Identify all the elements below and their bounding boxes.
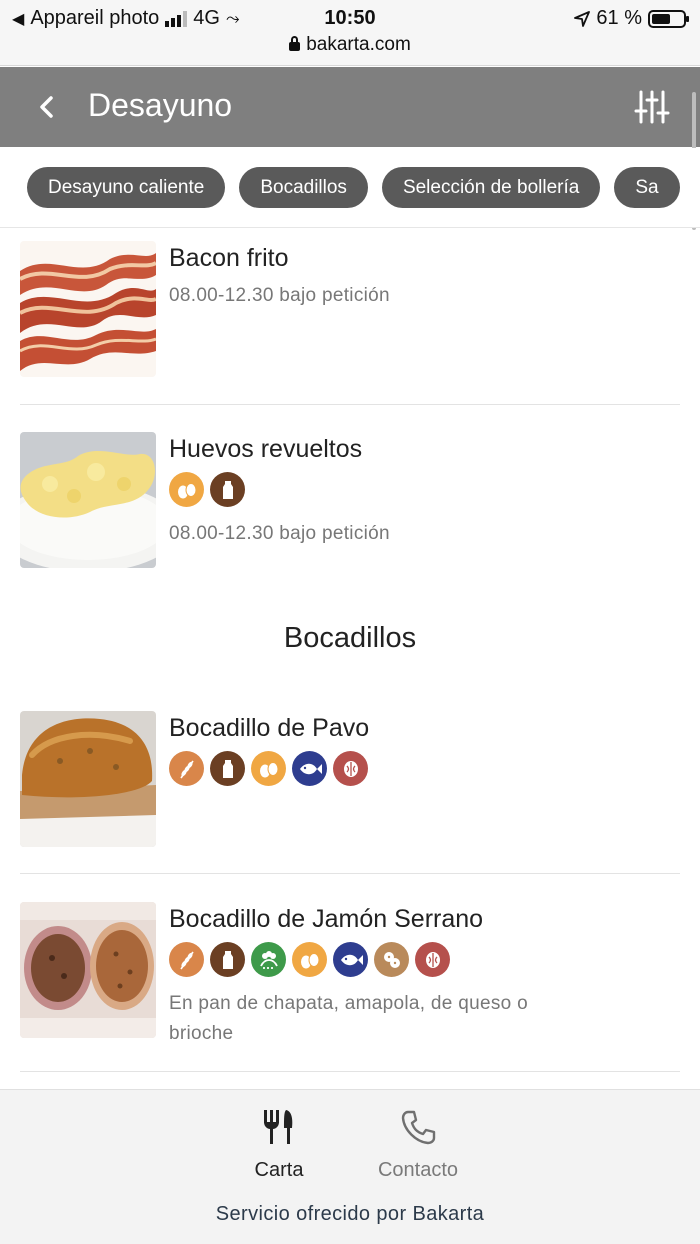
page-title: Desayuno: [88, 87, 233, 123]
menu-item[interactable]: Huevos revueltos 08.00-12.30 bajo petici…: [20, 432, 680, 572]
item-name: Bocadillo de Pavo: [169, 714, 370, 742]
nav-carta-label: Carta: [254, 1159, 304, 1181]
sliders-icon[interactable]: [634, 89, 670, 125]
footer-credit[interactable]: Servicio ofrecido por Bakarta: [0, 1203, 700, 1226]
milk-allergen-icon: [210, 472, 245, 507]
category-tabs: Desayuno caliente Bocadillos Selección d…: [0, 148, 700, 228]
nav-carta-button[interactable]: Carta: [219, 1108, 339, 1182]
lock-icon: [289, 36, 301, 51]
url-bar[interactable]: bakarta.com: [0, 34, 700, 56]
item-name: Bocadillo de Jamón Serrano: [169, 905, 484, 933]
nuts-allergen-icon: [415, 942, 450, 977]
location-arrow-icon: [574, 10, 591, 27]
category-chip-desayuno-caliente[interactable]: Desayuno caliente: [27, 167, 226, 208]
eggs-allergen-icon: [292, 942, 327, 977]
phone-icon: [401, 1110, 436, 1145]
menu-item[interactable]: Bocadillo de Pavo: [20, 711, 680, 851]
menu-item[interactable]: Bocadillo de Jamón Serrano En pan de cha…: [20, 902, 680, 1062]
ham-sandwich-image: [20, 902, 156, 1038]
category-chip-bocadillos[interactable]: Bocadillos: [239, 167, 368, 208]
eggs-allergen-icon: [251, 751, 286, 786]
status-bar: ◀ Appareil photo 4G ⤳ 10:50 61 % bakarta…: [0, 0, 700, 66]
allergen-list: [169, 942, 450, 977]
app-header: Desayuno: [0, 67, 700, 147]
allergen-list: [169, 472, 245, 507]
item-description: 08.00-12.30 bajo petición: [169, 285, 390, 306]
item-name: Bacon frito: [169, 244, 289, 272]
menu-item[interactable]: Bacon frito 08.00-12.30 bajo petición: [20, 241, 680, 381]
nuts-allergen-icon: [333, 751, 368, 786]
celery-allergen-icon: [251, 942, 286, 977]
milk-allergen-icon: [210, 942, 245, 977]
bacon-image: [20, 241, 156, 377]
bottom-nav: Carta Contacto Servicio ofrecido por Bak…: [0, 1089, 700, 1244]
category-chip-bolleria[interactable]: Selección de bollería: [381, 167, 601, 208]
divider: [20, 873, 680, 874]
nav-contacto-button[interactable]: Contacto: [358, 1108, 478, 1182]
status-right: 61 %: [574, 7, 689, 30]
item-description: 08.00-12.30 bajo petición: [169, 523, 390, 544]
item-description: En pan de chapata, amapola, de queso o b…: [169, 993, 528, 1044]
gluten-allergen-icon: [169, 751, 204, 786]
url-text: bakarta.com: [306, 34, 411, 55]
battery-percent: 61 %: [596, 7, 642, 29]
category-chip-next[interactable]: Sa: [614, 167, 680, 208]
eggs-allergen-icon: [169, 472, 204, 507]
fish-allergen-icon: [292, 751, 327, 786]
divider: [20, 404, 680, 405]
scrambled-eggs-image: [20, 432, 156, 568]
chevron-left-icon[interactable]: [30, 89, 66, 125]
battery-icon: [648, 9, 689, 28]
milk-allergen-icon: [210, 751, 245, 786]
turkey-sandwich-image: [20, 711, 156, 847]
gluten-allergen-icon: [169, 942, 204, 977]
fork-knife-icon: [264, 1110, 293, 1144]
battery-fill: [652, 13, 671, 24]
fish-allergen-icon: [333, 942, 368, 977]
section-title-bocadillos: Bocadillos: [283, 622, 417, 654]
item-name: Huevos revueltos: [169, 435, 363, 463]
allergen-list: [169, 751, 368, 786]
peanuts-allergen-icon: [374, 942, 409, 977]
divider: [20, 1071, 680, 1072]
nav-contacto-label: Contacto: [377, 1159, 459, 1181]
